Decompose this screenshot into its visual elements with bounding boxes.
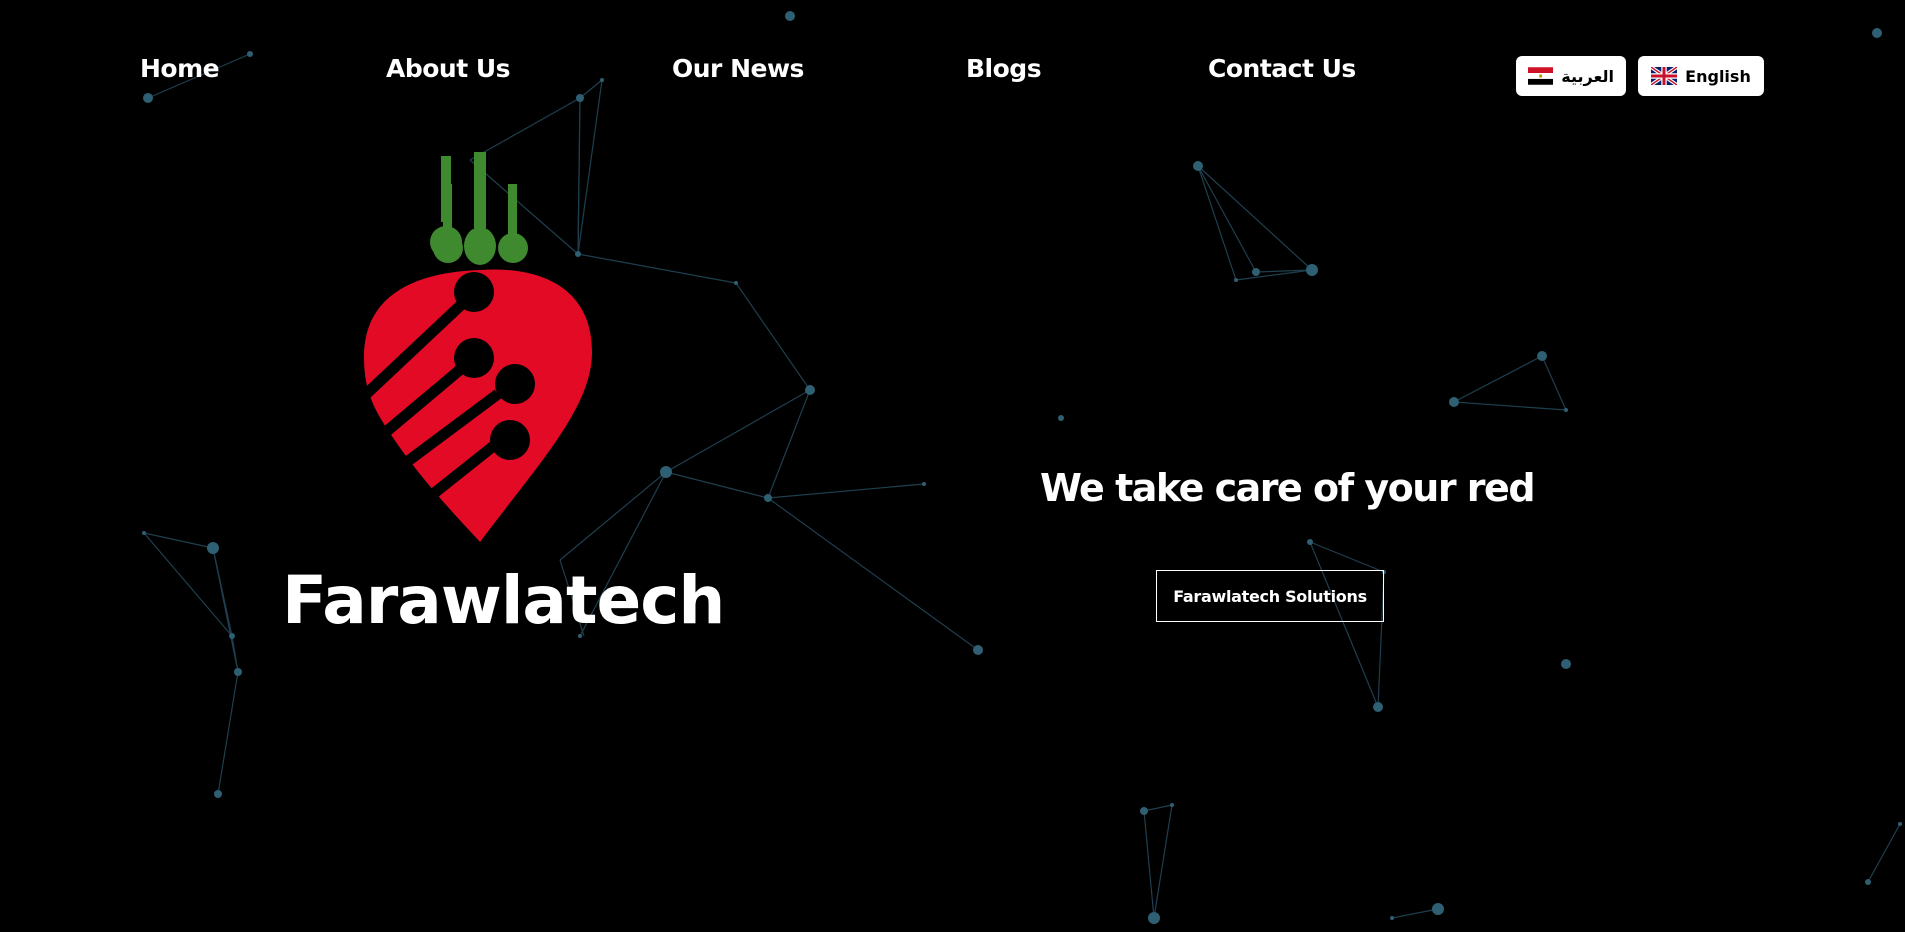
network-node — [142, 531, 146, 535]
network-line — [577, 253, 737, 284]
network-line — [1391, 908, 1439, 919]
network-node — [1564, 408, 1568, 412]
network-line — [767, 497, 979, 651]
hero-tagline: We take care of your red — [1040, 466, 1536, 510]
network-line — [1197, 165, 1257, 273]
network-line — [212, 547, 239, 673]
network-node — [234, 668, 242, 676]
nav-link-our-news[interactable]: Our News — [672, 54, 804, 83]
network-node — [1307, 539, 1313, 545]
language-label-english: English — [1685, 66, 1751, 86]
network-node — [1865, 879, 1871, 885]
network-line — [1541, 355, 1567, 411]
network-node — [1898, 822, 1902, 826]
nav-link-home[interactable]: Home — [140, 54, 220, 83]
network-node — [1170, 803, 1174, 807]
network-node — [922, 482, 926, 486]
nav-link-blogs[interactable]: Blogs — [966, 54, 1042, 83]
uk-flag-icon — [1651, 67, 1678, 85]
brand-name-heading: Farawlatech — [282, 562, 725, 639]
network-node — [1306, 264, 1318, 276]
language-button-arabic[interactable]: العربية — [1516, 56, 1626, 96]
network-node — [229, 633, 235, 639]
language-label-arabic: العربية — [1561, 66, 1614, 86]
network-node — [1373, 702, 1383, 712]
logo-green-stems — [430, 152, 528, 265]
network-line — [735, 282, 811, 391]
farawlatech-solutions-button[interactable]: Farawlatech Solutions — [1156, 570, 1384, 622]
network-line — [1453, 355, 1543, 403]
network-node — [214, 790, 222, 798]
network-node — [1148, 912, 1160, 924]
network-line — [1153, 804, 1173, 919]
nav-link-about-us[interactable]: About Us — [386, 54, 511, 83]
network-line — [665, 471, 769, 499]
network-node — [1432, 903, 1444, 915]
network-node — [1390, 916, 1394, 920]
network-line — [217, 671, 239, 795]
network-node — [1140, 807, 1148, 815]
network-node — [734, 281, 738, 285]
network-line — [1143, 804, 1173, 812]
network-node — [1561, 659, 1571, 669]
network-node — [1252, 268, 1260, 276]
network-line — [767, 483, 925, 499]
network-node — [1234, 278, 1238, 282]
egypt-flag-icon — [1528, 67, 1554, 85]
network-line — [1867, 823, 1901, 883]
network-node — [973, 645, 983, 655]
network-node — [1537, 351, 1547, 361]
network-node — [660, 466, 672, 478]
main-navigation: Home About Us Our News Blogs Contact Us … — [0, 0, 1905, 150]
network-line — [767, 389, 811, 499]
network-node — [1058, 415, 1064, 421]
network-node — [1449, 397, 1459, 407]
network-node — [764, 494, 772, 502]
network-line — [665, 389, 811, 473]
page: Home About Us Our News Blogs Contact Us … — [0, 0, 1905, 932]
nav-link-contact-us[interactable]: Contact Us — [1208, 54, 1356, 83]
network-line — [1143, 810, 1155, 919]
network-line — [1453, 401, 1567, 411]
network-node — [805, 385, 815, 395]
network-node — [207, 542, 219, 554]
network-line — [1309, 541, 1379, 708]
farawlatech-strawberry-logo — [360, 152, 592, 542]
network-node — [1193, 161, 1203, 171]
language-button-english[interactable]: English — [1638, 56, 1764, 96]
